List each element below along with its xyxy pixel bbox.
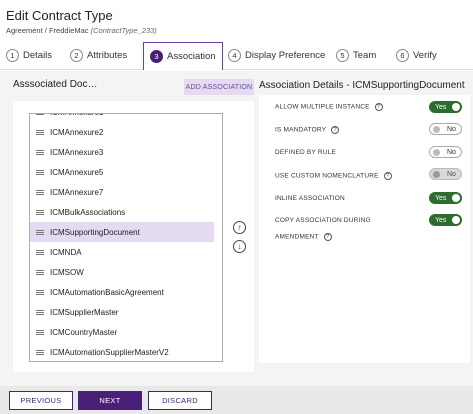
- list-item-label: ICMAnnexure7: [50, 187, 104, 197]
- drag-handle-icon[interactable]: [36, 289, 44, 295]
- drag-handle-icon[interactable]: [36, 129, 44, 135]
- list-item[interactable]: ICMSupplierMaster: [30, 302, 214, 322]
- tab-display-preference[interactable]: 4 Display Preference: [228, 42, 325, 69]
- tab-label: Display Preference: [245, 50, 326, 61]
- drag-handle-icon[interactable]: [36, 189, 44, 195]
- discard-button[interactable]: DISCARD: [148, 391, 212, 410]
- tab-team[interactable]: 5 Team: [336, 42, 376, 69]
- list-items: ICMAnnexure1 ICMAnnexure2 ICMAnnexure3 ICMA…: [30, 114, 214, 361]
- help-icon[interactable]: ?: [383, 172, 392, 180]
- page-header: Edit Contract Type Agreement / FreddieMa…: [0, 0, 473, 42]
- help-icon[interactable]: ?: [323, 233, 332, 241]
- move-up-icon[interactable]: ↑: [233, 221, 246, 234]
- drag-handle-icon[interactable]: [36, 114, 44, 115]
- use-custom-nomenclature-label: USE CUSTOM NOMENCLATURE?: [275, 172, 392, 180]
- list-item-label: ICMSupportingDocument: [50, 227, 140, 237]
- use-custom-nomenclature-toggle: No: [429, 168, 462, 180]
- wizard-tabs: 1 Details 2 Attributes 3 Association 4 D…: [0, 42, 473, 70]
- associated-docs-list[interactable]: ICMAnnexure1 ICMAnnexure2 ICMAnnexure3 ICMA…: [29, 113, 223, 362]
- drag-handle-icon[interactable]: [36, 349, 44, 355]
- drag-handle-icon[interactable]: [36, 329, 44, 335]
- help-icon[interactable]: ?: [331, 126, 340, 134]
- list-item[interactable]: ICMAnnexure7: [30, 182, 214, 202]
- list-item-label: ICMAnnexure2: [50, 127, 104, 137]
- tab-attributes[interactable]: 2 Attributes: [70, 42, 127, 69]
- list-item-label: ICMAutomationSupplierMasterV2: [50, 347, 169, 357]
- next-button[interactable]: NEXT: [78, 391, 142, 410]
- list-item-label: ICMNDA: [50, 247, 82, 257]
- list-item[interactable]: ICMAnnexure5: [30, 162, 214, 182]
- list-item-label: ICMCountryMaster: [50, 327, 118, 337]
- associated-docs-title: Asssociated Doc…: [13, 79, 98, 90]
- copy-association-toggle[interactable]: Yes: [429, 214, 462, 226]
- breadcrumb-code: (ContractType_233): [90, 26, 157, 35]
- step-number: 6: [396, 49, 409, 62]
- list-item[interactable]: ICMCountryMaster: [30, 322, 214, 342]
- add-association-button[interactable]: ADD ASSOCIATION: [184, 79, 254, 95]
- step-number: 2: [70, 49, 83, 62]
- step-number: 3: [150, 50, 163, 63]
- tab-label: Verify: [413, 50, 437, 61]
- inline-association-label: INLINE ASSOCIATION: [275, 195, 345, 202]
- move-down-icon[interactable]: ↓: [233, 240, 246, 253]
- tab-association[interactable]: 3 Association: [143, 42, 223, 70]
- drag-handle-icon[interactable]: [36, 269, 44, 275]
- tab-details[interactable]: 1 Details: [6, 42, 52, 69]
- copy-association-label: COPY ASSOCIATION DURING: [275, 217, 371, 224]
- list-item-label: ICMBulkAssociations: [50, 207, 126, 217]
- list-item[interactable]: ICMAnnexure3: [30, 142, 214, 162]
- list-item[interactable]: ICMAnnexure1: [30, 114, 214, 122]
- step-number: 5: [336, 49, 349, 62]
- tab-label: Attributes: [87, 50, 128, 61]
- tab-label: Team: [353, 50, 377, 61]
- list-item-label: ICMAnnexure3: [50, 147, 104, 157]
- allow-multiple-instance-toggle[interactable]: Yes: [429, 101, 462, 113]
- step-number: 1: [6, 49, 19, 62]
- previous-button[interactable]: PREVIOUS: [9, 391, 73, 410]
- tab-label: Details: [23, 50, 53, 61]
- list-item-label: ICMAnnexure5: [50, 167, 104, 177]
- page-title: Edit Contract Type: [6, 8, 113, 23]
- drag-handle-icon[interactable]: [36, 249, 44, 255]
- breadcrumb-path[interactable]: Agreement / FreddieMac: [6, 26, 89, 35]
- is-mandatory-label: IS MANDATORY?: [275, 126, 340, 134]
- list-item-label: ICMAutomationBasicAgreement: [50, 287, 164, 297]
- copy-association-label-line2: AMENDMENT?: [275, 233, 332, 241]
- step-number: 4: [228, 49, 241, 62]
- list-item[interactable]: ICMSupportingDocument: [30, 222, 214, 242]
- association-details-title: Association Details - ICMSupportingDocum…: [259, 80, 465, 91]
- allow-multiple-instance-label: ALLOW MULTIPLE INSTANCE?: [275, 103, 383, 111]
- list-item[interactable]: ICMAutomationBasicAgreement: [30, 282, 214, 302]
- association-details-panel: [259, 95, 470, 363]
- list-item-label: ICMAnnexure1: [50, 114, 103, 117]
- list-item[interactable]: ICMSOW: [30, 262, 214, 282]
- help-icon[interactable]: ?: [374, 103, 383, 111]
- breadcrumb: Agreement / FreddieMac (ContractType_233…: [6, 26, 157, 35]
- defined-by-rule-label: DEFINED BY RULE: [275, 149, 337, 156]
- list-item[interactable]: ICMAutomationSupplierMasterV2: [30, 342, 214, 361]
- drag-handle-icon[interactable]: [36, 309, 44, 315]
- drag-handle-icon[interactable]: [36, 209, 44, 215]
- drag-handle-icon[interactable]: [36, 149, 44, 155]
- drag-handle-icon[interactable]: [36, 229, 44, 235]
- list-item[interactable]: ICMNDA: [30, 242, 214, 262]
- drag-handle-icon[interactable]: [36, 169, 44, 175]
- list-item[interactable]: ICMBulkAssociations: [30, 202, 214, 222]
- list-item-label: ICMSOW: [50, 267, 84, 277]
- list-item-label: ICMSupplierMaster: [50, 307, 119, 317]
- tab-verify[interactable]: 6 Verify: [396, 42, 437, 69]
- list-item[interactable]: ICMAnnexure2: [30, 122, 214, 142]
- inline-association-toggle[interactable]: Yes: [429, 192, 462, 204]
- tab-label: Association: [167, 51, 216, 62]
- is-mandatory-toggle[interactable]: No: [429, 123, 462, 135]
- defined-by-rule-toggle[interactable]: No: [429, 146, 462, 158]
